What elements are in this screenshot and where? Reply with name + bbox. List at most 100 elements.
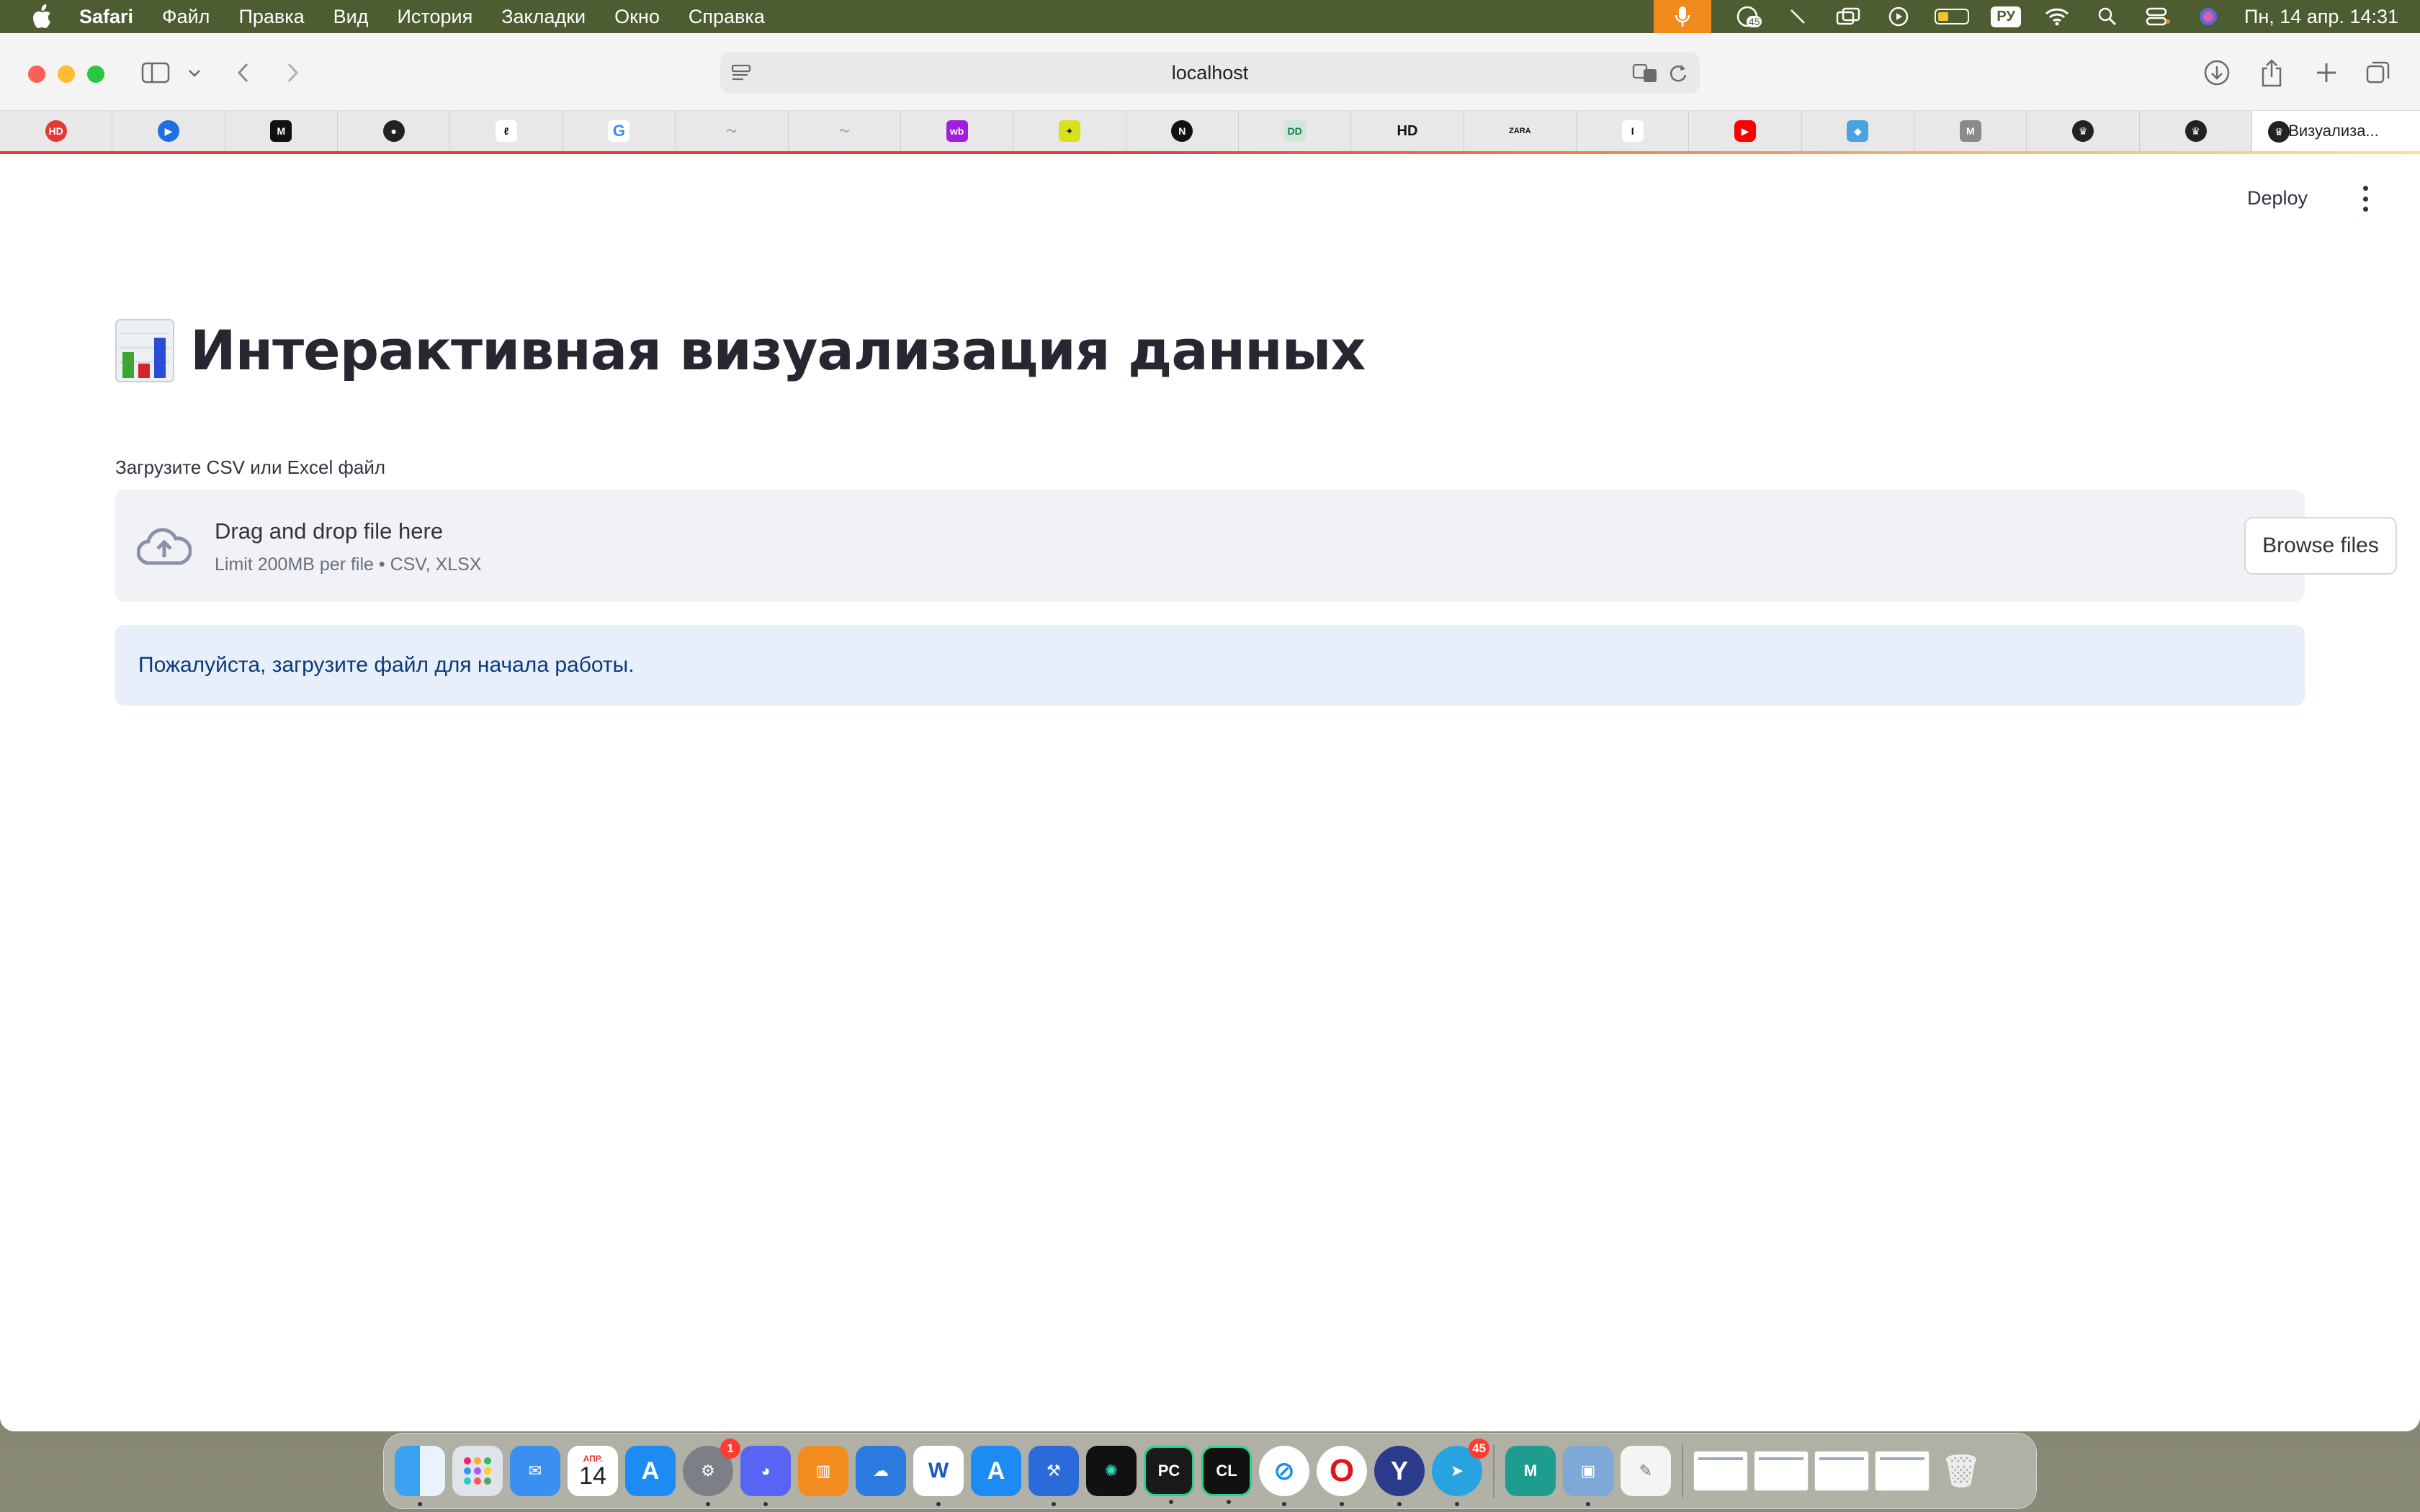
- tab-8[interactable]: ～: [789, 111, 901, 151]
- streamlit-page: Deploy Интерактивная визуализация данных…: [0, 154, 2420, 1431]
- menu-file[interactable]: Файл: [162, 6, 210, 28]
- simulator-store-icon[interactable]: A: [971, 1446, 1021, 1496]
- play-blue-icon: ▶: [158, 120, 180, 142]
- menu-history[interactable]: История: [398, 6, 473, 28]
- finder-icon[interactable]: [395, 1446, 445, 1506]
- menu-app-safari[interactable]: Safari: [79, 6, 133, 28]
- system-settings-icon[interactable]: ⚙ 1: [683, 1439, 740, 1506]
- menubar-clock[interactable]: Пн, 14 апр. 14:31: [2244, 6, 2398, 28]
- word-icon[interactable]: W: [913, 1446, 964, 1506]
- books-icon[interactable]: ▥: [798, 1446, 848, 1496]
- microphone-icon[interactable]: [1654, 0, 1712, 33]
- menu-edit[interactable]: Правка: [238, 6, 304, 28]
- back-button[interactable]: [230, 56, 255, 89]
- hd-text-icon: HD: [1397, 122, 1418, 139]
- m-grey-icon: M: [1959, 120, 1981, 142]
- mindnode-icon[interactable]: M: [1505, 1446, 1556, 1496]
- zoom-window-button[interactable]: [87, 66, 104, 83]
- deploy-button[interactable]: Deploy: [2247, 187, 2308, 210]
- tab-2[interactable]: ▶: [112, 111, 225, 151]
- translate-icon[interactable]: [1632, 62, 1659, 89]
- control-center-icon[interactable]: [2143, 6, 2172, 27]
- siri-icon[interactable]: [2194, 6, 2223, 27]
- tab-16[interactable]: ▶: [1689, 111, 1802, 151]
- minimized-window-thumbnail[interactable]: [1814, 1451, 1869, 1491]
- tab-1[interactable]: HD: [0, 111, 113, 151]
- calendar-icon[interactable]: АПР. 14: [568, 1446, 618, 1496]
- tab-3[interactable]: M: [225, 111, 339, 151]
- battery-icon[interactable]: [1935, 9, 1970, 24]
- menu-view[interactable]: Вид: [333, 6, 369, 28]
- cloud-sync-icon[interactable]: 45: [1733, 6, 1762, 27]
- tab-5[interactable]: ℓ: [450, 111, 563, 151]
- tab-overview-icon[interactable]: [2362, 56, 2394, 89]
- tab-11[interactable]: N: [1126, 111, 1239, 151]
- tab-19[interactable]: ♛: [2027, 111, 2140, 151]
- input-language-badge[interactable]: РУ: [1991, 6, 2021, 27]
- yandex-browser-icon[interactable]: Y: [1374, 1446, 1425, 1506]
- reload-icon[interactable]: [1668, 62, 1688, 89]
- tab-18[interactable]: M: [1914, 111, 2027, 151]
- app-store-icon[interactable]: A: [625, 1446, 676, 1496]
- hd-red-icon: HD: [45, 120, 67, 142]
- menu-bookmarks[interactable]: Закладки: [501, 6, 586, 28]
- menu-window[interactable]: Окно: [614, 6, 660, 28]
- tab-20[interactable]: ♛: [2140, 111, 2253, 151]
- downloads-icon[interactable]: [2201, 56, 2233, 89]
- play-circle-icon[interactable]: [1884, 6, 1913, 27]
- preview-icon[interactable]: ▣: [1563, 1446, 1613, 1506]
- tab-4[interactable]: ●: [338, 111, 451, 151]
- tab-13[interactable]: HD: [1351, 111, 1464, 151]
- close-window-button[interactable]: [28, 66, 45, 83]
- dropzone-limits: Limit 200MB per file • CSV, XLSX: [215, 554, 482, 575]
- streamlit-crown-icon: ♛: [2268, 121, 2290, 143]
- share-icon[interactable]: [2256, 56, 2287, 89]
- tab-7[interactable]: ～: [676, 111, 789, 151]
- mail-icon[interactable]: ✉: [510, 1446, 560, 1496]
- minimize-window-button[interactable]: [58, 66, 75, 83]
- tab-14[interactable]: ZARA: [1464, 111, 1577, 151]
- wave-icon: ～: [726, 125, 737, 137]
- tab-17[interactable]: ◆: [1802, 111, 1915, 151]
- opera-icon[interactable]: O: [1317, 1446, 1367, 1506]
- forward-button[interactable]: [281, 56, 305, 89]
- wifi-icon[interactable]: [2043, 6, 2071, 27]
- search-icon[interactable]: [2093, 6, 2122, 27]
- tab-15[interactable]: I: [1577, 111, 1690, 151]
- tab-active[interactable]: ♛ Визуализа...: [2252, 111, 2420, 151]
- main-menu-icon[interactable]: [2358, 186, 2372, 212]
- pen-slash-icon[interactable]: [1783, 6, 1812, 27]
- address-bar[interactable]: localhost: [720, 52, 1700, 94]
- minimized-window-thumbnail[interactable]: [1875, 1451, 1930, 1491]
- new-tab-icon[interactable]: [2311, 56, 2342, 89]
- dd-icon: DD: [1283, 120, 1306, 142]
- minimized-window-thumbnail[interactable]: [1754, 1451, 1809, 1491]
- tab-10[interactable]: ✦: [1013, 111, 1126, 151]
- menu-help[interactable]: Справка: [689, 6, 765, 28]
- tab-9[interactable]: wb: [901, 111, 1014, 151]
- tab-6[interactable]: G: [563, 111, 676, 151]
- clion-icon[interactable]: CL: [1201, 1446, 1252, 1504]
- minimized-window-thumbnail[interactable]: [1693, 1451, 1748, 1491]
- file-dropzone[interactable]: Drag and drop file here Limit 200MB per …: [115, 490, 2397, 602]
- telegram-badge: 45: [1469, 1439, 1489, 1459]
- weather-icon[interactable]: ☁: [856, 1446, 906, 1496]
- telegram-icon[interactable]: ➤ 45: [1432, 1439, 1489, 1506]
- tab-12[interactable]: DD: [1239, 111, 1352, 151]
- sidebar-toggle-icon[interactable]: [140, 56, 171, 89]
- bar-chart-icon: [115, 318, 174, 382]
- github-icon: ●: [382, 120, 405, 142]
- window-stack-icon[interactable]: [1834, 6, 1863, 27]
- xcode-icon[interactable]: ⚒: [1028, 1446, 1079, 1506]
- pycharm-icon[interactable]: PC: [1144, 1446, 1194, 1504]
- apple-menu-icon[interactable]: [29, 4, 55, 30]
- browse-files-button[interactable]: Browse files: [2244, 517, 2397, 575]
- page-settings-icon[interactable]: [730, 62, 752, 89]
- safari-icon[interactable]: ⊘: [1259, 1446, 1309, 1506]
- chatgpt-icon[interactable]: ✺: [1086, 1446, 1137, 1496]
- textedit-icon[interactable]: ✎: [1621, 1446, 1671, 1496]
- discord-icon[interactable]: ◕: [740, 1446, 791, 1506]
- launchpad-icon[interactable]: [452, 1446, 503, 1496]
- trash-icon[interactable]: 🗑: [1936, 1446, 1986, 1496]
- chevron-down-icon[interactable]: [184, 56, 205, 89]
